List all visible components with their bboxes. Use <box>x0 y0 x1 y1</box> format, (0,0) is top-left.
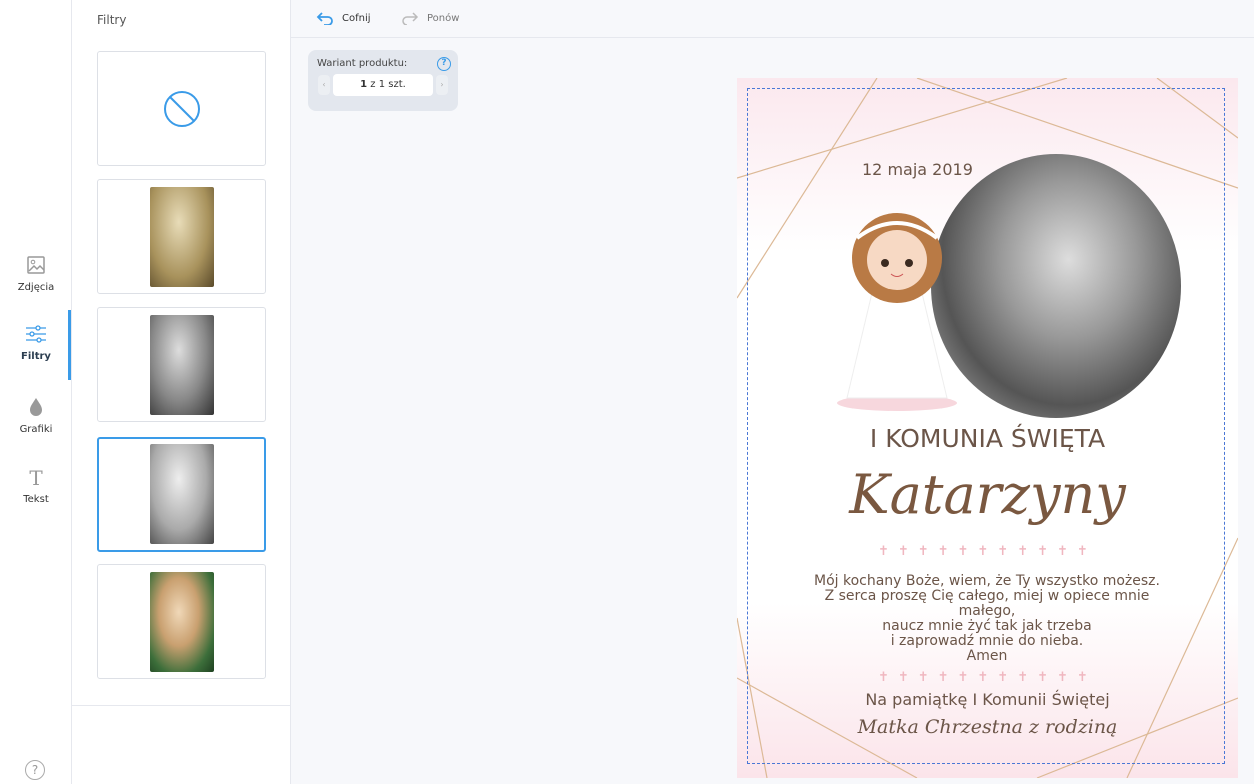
redo-icon <box>402 12 419 25</box>
variant-total: z 1 szt. <box>367 79 406 90</box>
product-variant: Wariant produktu: ? ‹ 1 z 1 szt. › <box>308 50 458 111</box>
communion-girl-graphic <box>837 213 957 411</box>
card-heading[interactable]: I KOMUNIA ŚWIĘTA <box>737 424 1238 453</box>
filter-grayscale[interactable] <box>97 307 266 422</box>
undo-label: Cofnij <box>342 12 371 24</box>
toolbar: Cofnij Ponów <box>291 0 1254 38</box>
text-icon: T <box>29 466 43 490</box>
help-icon[interactable]: ? <box>437 57 451 71</box>
undo-icon <box>316 12 333 25</box>
invitation-card[interactable]: 12 maja 2019 I KOMUNIA ŚWIĘTA Katarzyny … <box>737 78 1238 778</box>
card-footer-line2[interactable]: Matka Chrzestna z rodziną <box>737 716 1238 738</box>
filter-sepia[interactable] <box>97 179 266 294</box>
poem-line: Z serca proszę Cię całego, miej w opiece… <box>824 588 1150 619</box>
rail-item-filters[interactable]: Filtry <box>0 323 72 362</box>
sliders-icon <box>26 325 46 343</box>
contrast-preview <box>150 444 214 544</box>
rail-label: Grafiki <box>19 424 53 435</box>
rail-label: Filtry <box>21 351 51 362</box>
rail-label: Zdjęcia <box>17 282 55 293</box>
sepia-preview <box>150 187 214 287</box>
crosses-decoration: ✝✝✝✝✝✝✝✝✝✝✝ <box>878 544 1097 559</box>
card-poem[interactable]: Mój kochany Boże, wiem, że Ty wszystko m… <box>797 574 1177 664</box>
card-footer-line1[interactable]: Na pamiątkę I Komunii Świętej <box>737 690 1238 709</box>
card-photo[interactable] <box>931 154 1181 418</box>
rail-label: Tekst <box>23 494 49 505</box>
prev-variant-button[interactable]: ‹ <box>318 75 330 95</box>
rail-item-graphics[interactable]: Grafiki <box>0 396 72 435</box>
undo-button[interactable]: Cofnij <box>316 11 371 25</box>
poem-line: naucz mnie żyć tak jak trzeba <box>882 618 1092 634</box>
no-filter-icon <box>164 91 200 127</box>
filter-original[interactable] <box>97 564 266 679</box>
card-name[interactable]: Katarzyny <box>737 463 1238 526</box>
rail-item-text[interactable]: T Tekst <box>0 466 72 505</box>
image-icon <box>27 256 45 274</box>
variant-value: 1 z 1 szt. <box>333 74 433 96</box>
panel-title: Filtry <box>97 13 127 27</box>
grayscale-preview <box>150 315 214 415</box>
variant-label: Wariant produktu: <box>317 58 408 69</box>
filter-high-contrast[interactable] <box>97 437 266 552</box>
poem-line: Mój kochany Boże, wiem, że Ty wszystko m… <box>813 573 1160 589</box>
filter-none[interactable] <box>97 51 266 166</box>
crosses-decoration: ✝✝✝✝✝✝✝✝✝✝✝ <box>878 670 1097 685</box>
card-date[interactable]: 12 maja 2019 <box>862 160 973 179</box>
divider <box>72 705 291 706</box>
redo-label: Ponów <box>427 12 460 24</box>
help-icon[interactable]: ? <box>25 760 45 780</box>
drop-icon <box>30 398 42 416</box>
filters-panel: Filtry <box>72 0 291 784</box>
redo-button[interactable]: Ponów <box>401 11 459 25</box>
active-indicator <box>68 310 71 380</box>
poem-line: Amen <box>966 648 1008 664</box>
left-rail: Zdjęcia Filtry Grafiki T Tekst ? <box>0 0 72 784</box>
original-preview <box>150 572 214 672</box>
poem-line: i zaprowadź mnie do nieba. <box>890 633 1084 649</box>
rail-item-photos[interactable]: Zdjęcia <box>0 254 72 293</box>
next-variant-button[interactable]: › <box>436 75 448 95</box>
